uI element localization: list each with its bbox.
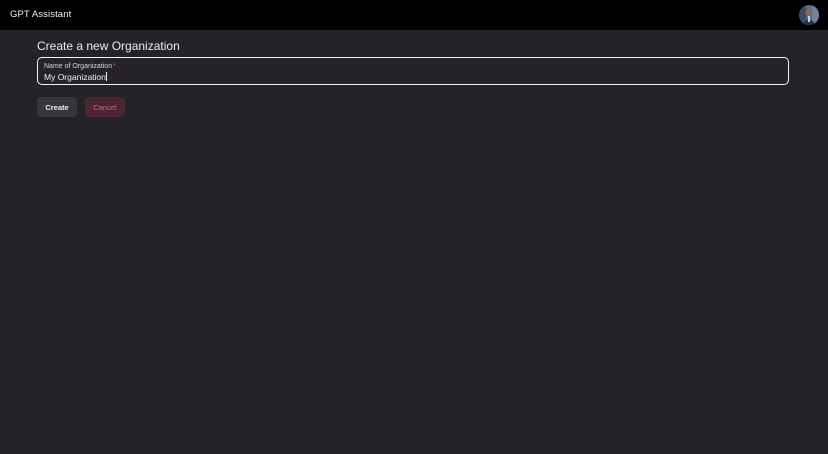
top-app-bar: GPT Assistant [0, 0, 828, 30]
text-caret [105, 72, 107, 81]
create-button[interactable]: Create [37, 97, 77, 117]
organization-name-field[interactable]: Name of Organization* My Organization [37, 57, 789, 85]
page-title: Create a new Organization [37, 39, 180, 53]
organization-name-value: My Organization [44, 72, 106, 82]
user-avatar-icon [799, 5, 819, 25]
user-avatar[interactable] [799, 5, 819, 25]
organization-name-label-text: Name of Organization [44, 63, 113, 70]
cancel-button[interactable]: Cancel [85, 97, 125, 117]
app-title: GPT Assistant [10, 9, 72, 20]
organization-name-label: Name of Organization* [44, 63, 116, 70]
required-marker: * [113, 63, 116, 70]
organization-name-input[interactable]: My Organization [44, 72, 107, 82]
